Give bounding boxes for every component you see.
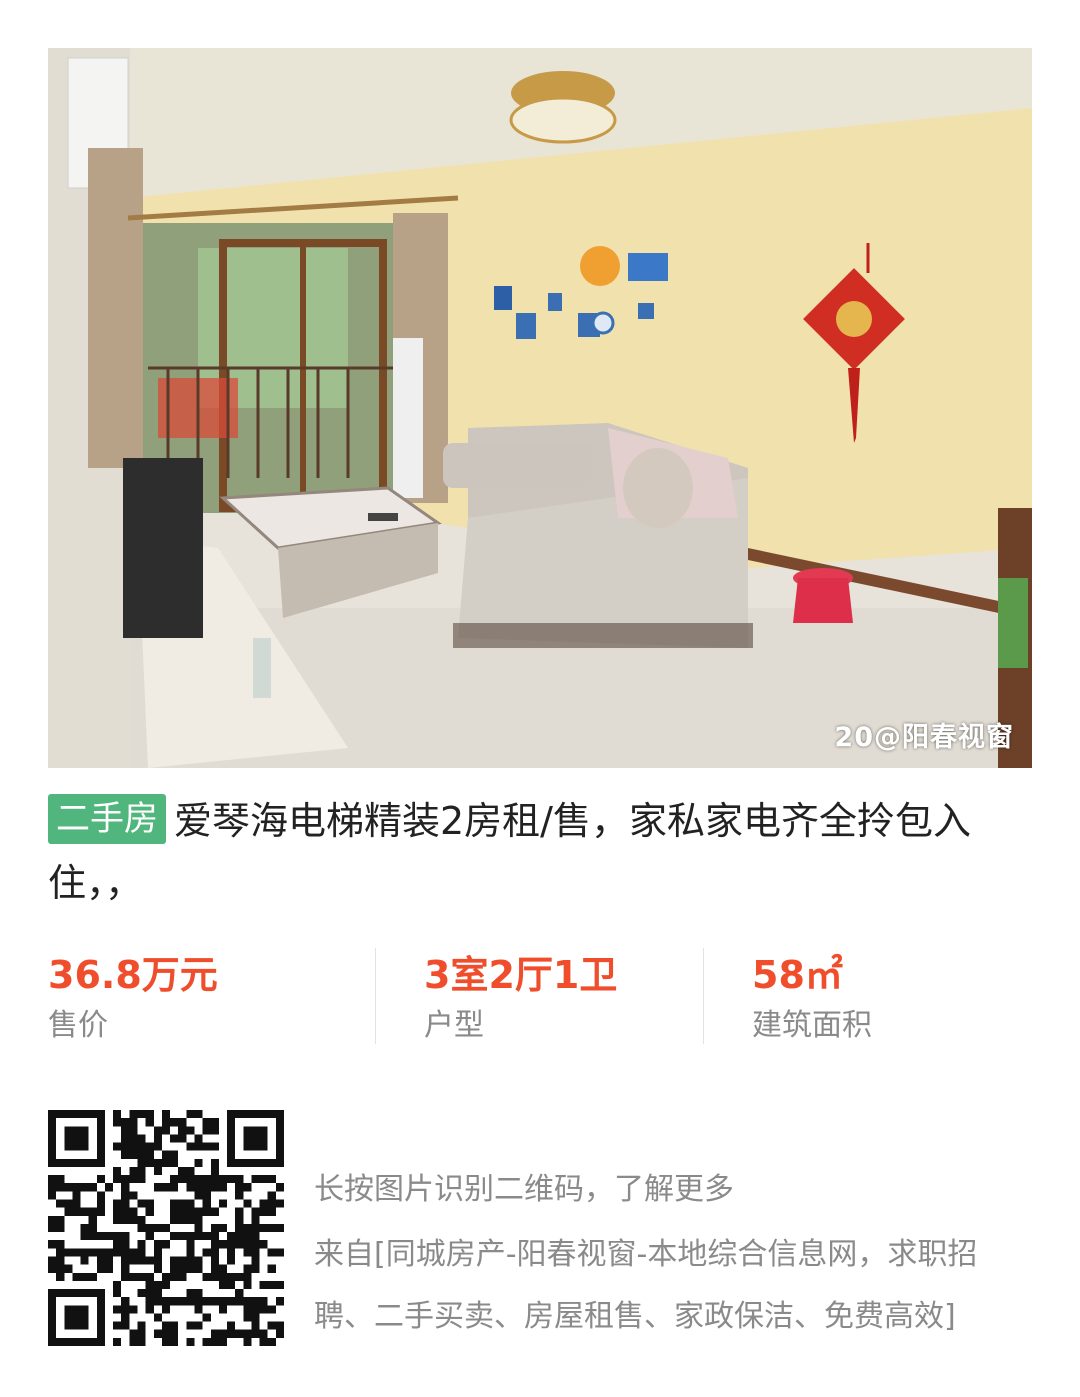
qr-code-graphic	[48, 1110, 284, 1346]
qr-info: 长按图片识别二维码，了解更多 来自[同城房产-阳春视窗-本地综合信息网，求职招聘…	[314, 1160, 1014, 1348]
listing-title-block: 二手房 爱琴海电梯精装2房租/售，家私家电齐全拎包入住，，	[48, 790, 1032, 914]
category-tag: 二手房	[48, 794, 166, 844]
stat-divider	[703, 948, 704, 1044]
living-room-illustration	[48, 48, 1032, 768]
price-value: 36.8万元	[48, 953, 218, 997]
stat-area: 58㎡ 建筑面积	[752, 950, 872, 1050]
area-label: 建筑面积	[752, 1008, 872, 1043]
qr-hint-text: 长按图片识别二维码，了解更多	[314, 1172, 734, 1207]
listing-photo[interactable]: 20@阳春视窗	[48, 48, 1032, 768]
stat-layout: 3室2厅1卫 户型	[424, 950, 617, 1050]
photo-watermark: 20@阳春视窗	[834, 722, 1014, 753]
source-text: 来自[同城房产-阳春视窗-本地综合信息网，求职招聘、二手买卖、房屋租售、家政保洁…	[314, 1237, 978, 1334]
qr-code-icon[interactable]	[48, 1110, 284, 1346]
area-value: 58㎡	[752, 953, 843, 997]
price-label: 售价	[48, 1008, 108, 1043]
listing-title: 爱琴海电梯精装2房租/售，家私家电齐全拎包入住，，	[48, 799, 971, 905]
stat-divider	[375, 948, 376, 1044]
listing-stats: 36.8万元 售价 3室2厅1卫 户型 58㎡ 建筑面积	[48, 940, 1032, 1050]
stat-price: 36.8万元 售价	[48, 950, 218, 1050]
layout-label: 户型	[424, 1008, 484, 1043]
layout-value: 3室2厅1卫	[424, 953, 618, 997]
